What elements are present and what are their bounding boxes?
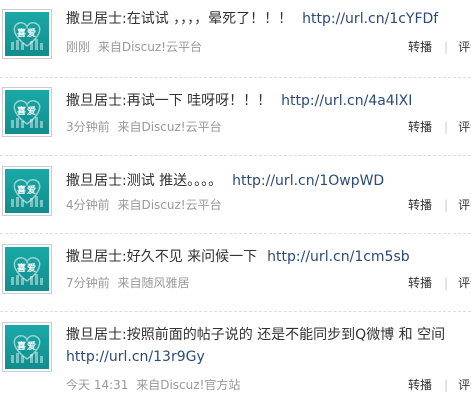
action-divider: | — [444, 276, 449, 290]
avatar[interactable]: 喜爱 — [2, 322, 52, 372]
post-link[interactable]: http://url.cn/13r9Gy — [66, 349, 205, 365]
post-author[interactable]: 撒旦居士: — [66, 173, 127, 189]
repost-button[interactable]: 转播 — [408, 40, 432, 54]
post-author[interactable]: 撒旦居士: — [66, 327, 127, 343]
post-meta: 今天 14:31 来自Discuz!官方站 — [66, 376, 240, 393]
post-content: 撒旦居士:按照前面的帖子说的 还是不能同步到Q微博 和 空间 http://ur… — [66, 324, 471, 368]
comment-button[interactable]: 评论 — [458, 120, 471, 134]
post-author[interactable]: 撒旦居士: — [66, 11, 127, 27]
avatar[interactable]: 喜爱 — [2, 9, 52, 59]
post-actions: 转播 | 评论 — [408, 196, 471, 213]
repost-button[interactable]: 转播 — [408, 120, 432, 134]
post-author[interactable]: 撒旦居士: — [66, 249, 127, 265]
post-time[interactable]: 4分钟前 — [66, 198, 110, 212]
post-link[interactable]: http://url.cn/4a4lXI — [281, 93, 412, 109]
post-source[interactable]: 来自Discuz!云平台 — [98, 40, 202, 54]
feed-item: 喜爱 撒旦居士:按照前面的帖子说的 还是不能同步到Q微博 和 空间 http:/… — [0, 312, 471, 403]
post-meta: 3分钟前 来自Discuz!云平台 — [66, 118, 222, 135]
comment-button[interactable]: 评论 — [458, 378, 471, 392]
post-text: 好久不见 来问候一下 — [126, 249, 258, 265]
avatar-brand-text: 喜爱 — [16, 29, 37, 39]
post-meta: 4分钟前 来自Discuz!云平台 — [66, 196, 222, 213]
comment-button[interactable]: 评论 — [458, 276, 471, 290]
post-source[interactable]: 来自Discuz!官方站 — [136, 378, 240, 392]
post-meta: 7分钟前 来自随风雅居 — [66, 274, 189, 291]
comment-button[interactable]: 评论 — [458, 198, 471, 212]
avatar-brand-text: 喜爱 — [16, 186, 37, 196]
avatar-brand-text: 喜爱 — [16, 107, 37, 117]
brand-avatar-icon: 喜爱 — [5, 90, 49, 134]
post-content: 撒旦居士:好久不见 来问候一下 http://url.cn/1cm5sb — [66, 246, 471, 268]
avatar-brand-text: 喜爱 — [16, 342, 37, 352]
brand-avatar-icon: 喜爱 — [5, 247, 49, 291]
post-time[interactable]: 3分钟前 — [66, 120, 110, 134]
post-link[interactable]: http://url.cn/1OwpWD — [232, 173, 384, 189]
post-link[interactable]: http://url.cn/1cm5sb — [267, 249, 409, 265]
post-text: 测试 推送。。。。 — [126, 173, 223, 189]
feed-item: 喜爱 撒旦居士:再试一下 哇呀呀！！！ http://url.cn/4a4lXI … — [0, 78, 471, 156]
avatar[interactable]: 喜爱 — [2, 244, 52, 294]
brand-avatar-icon: 喜爱 — [5, 12, 49, 56]
post-source[interactable]: 来自Discuz!云平台 — [117, 120, 221, 134]
avatar[interactable]: 喜爱 — [2, 87, 52, 137]
post-source[interactable]: 来自随风雅居 — [117, 276, 189, 290]
post-content: 撒旦居士:再试一下 哇呀呀！！！ http://url.cn/4a4lXI — [66, 90, 471, 112]
post-actions: 转播 | 评论 — [408, 38, 471, 55]
comment-button[interactable]: 评论 — [458, 40, 471, 54]
avatar[interactable]: 喜爱 — [2, 166, 52, 216]
post-text: 在试试 ，，，，晕死了！！！ — [126, 11, 293, 27]
post-actions: 转播 | 评论 — [408, 118, 471, 135]
post-actions: 转播 | 评论 — [408, 274, 471, 291]
post-time[interactable]: 刚刚 — [66, 40, 90, 54]
brand-avatar-icon: 喜爱 — [5, 169, 49, 213]
action-divider: | — [444, 378, 449, 392]
action-divider: | — [444, 120, 449, 134]
post-text: 按照前面的帖子说的 还是不能同步到Q微博 和 空间 — [126, 327, 446, 343]
repost-button[interactable]: 转播 — [408, 198, 432, 212]
post-content: 撒旦居士:测试 推送。。。。 http://url.cn/1OwpWD — [66, 170, 471, 192]
feed-item: 喜爱 撒旦居士:测试 推送。。。。 http://url.cn/1OwpWD 4分… — [0, 156, 471, 234]
post-actions: 转播 | 评论 — [408, 376, 471, 393]
feed-item: 喜爱 撒旦居士:在试试 ，，，，晕死了！！！ http://url.cn/1cYF… — [0, 0, 471, 78]
repost-button[interactable]: 转播 — [408, 276, 432, 290]
avatar-brand-text: 喜爱 — [16, 264, 37, 274]
repost-button[interactable]: 转播 — [408, 378, 432, 392]
post-time[interactable]: 今天 14:31 — [66, 378, 128, 392]
action-divider: | — [444, 40, 449, 54]
post-content: 撒旦居士:在试试 ，，，，晕死了！！！ http://url.cn/1cYFDf — [66, 8, 471, 30]
post-text: 再试一下 哇呀呀！！！ — [126, 93, 272, 109]
post-source[interactable]: 来自Discuz!云平台 — [117, 198, 221, 212]
post-meta: 刚刚 来自Discuz!云平台 — [66, 38, 202, 55]
post-time[interactable]: 7分钟前 — [66, 276, 110, 290]
action-divider: | — [444, 198, 449, 212]
brand-avatar-icon: 喜爱 — [5, 325, 49, 369]
post-link[interactable]: http://url.cn/1cYFDf — [302, 11, 438, 27]
feed-item: 喜爱 撒旦居士:好久不见 来问候一下 http://url.cn/1cm5sb 7… — [0, 234, 471, 312]
post-author[interactable]: 撒旦居士: — [66, 93, 127, 109]
weibo-feed: 喜爱 撒旦居士:在试试 ，，，，晕死了！！！ http://url.cn/1cYF… — [0, 0, 471, 403]
